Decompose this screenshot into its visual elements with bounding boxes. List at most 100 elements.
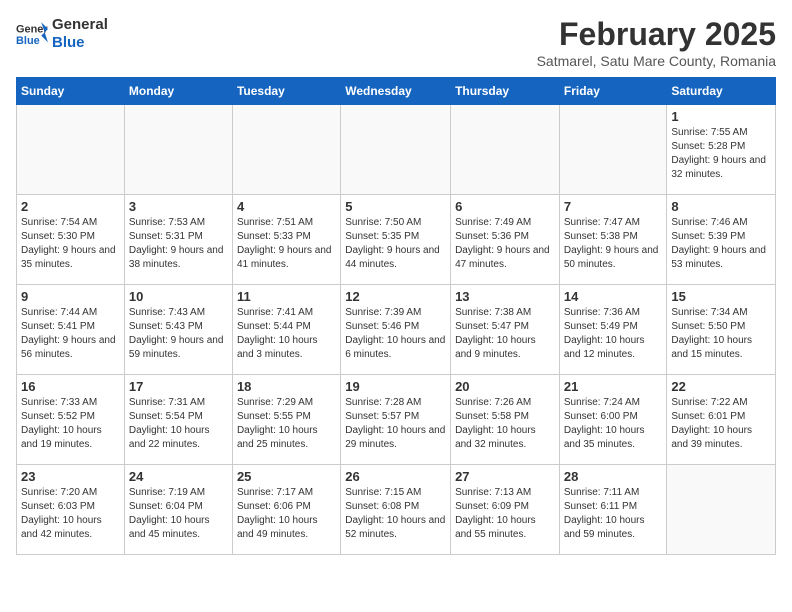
svg-text:Blue: Blue (16, 35, 40, 47)
calendar-cell: 4 Sunrise: 7:51 AM Sunset: 5:33 PM Daylig… (232, 195, 340, 285)
day-number: 26 (345, 469, 446, 484)
day-number: 19 (345, 379, 446, 394)
day-info: Sunrise: 7:38 AM Sunset: 5:47 PM Dayligh… (455, 306, 555, 362)
calendar-week-row: 2 Sunrise: 7:54 AM Sunset: 5:30 PM Daylig… (17, 195, 776, 285)
day-number: 21 (564, 379, 663, 394)
calendar-cell: 8 Sunrise: 7:46 AM Sunset: 5:39 PM Daylig… (667, 195, 776, 285)
calendar-cell: 18 Sunrise: 7:29 AM Sunset: 5:55 PM Dayli… (232, 375, 340, 465)
calendar-cell: 13 Sunrise: 7:38 AM Sunset: 5:47 PM Dayli… (451, 285, 560, 375)
calendar-cell: 9 Sunrise: 7:44 AM Sunset: 5:41 PM Daylig… (17, 285, 125, 375)
day-info: Sunrise: 7:47 AM Sunset: 5:38 PM Dayligh… (564, 216, 663, 272)
calendar-cell: 16 Sunrise: 7:33 AM Sunset: 5:52 PM Dayli… (17, 375, 125, 465)
day-info: Sunrise: 7:20 AM Sunset: 6:03 PM Dayligh… (21, 486, 120, 542)
calendar-week-row: 23 Sunrise: 7:20 AM Sunset: 6:03 PM Dayli… (17, 465, 776, 555)
day-number: 15 (671, 289, 771, 304)
calendar-cell: 14 Sunrise: 7:36 AM Sunset: 5:49 PM Dayli… (559, 285, 667, 375)
day-info: Sunrise: 7:53 AM Sunset: 5:31 PM Dayligh… (129, 216, 228, 272)
calendar-cell: 28 Sunrise: 7:11 AM Sunset: 6:11 PM Dayli… (559, 465, 667, 555)
calendar-cell: 23 Sunrise: 7:20 AM Sunset: 6:03 PM Dayli… (17, 465, 125, 555)
day-number: 20 (455, 379, 555, 394)
calendar-cell: 26 Sunrise: 7:15 AM Sunset: 6:08 PM Dayli… (341, 465, 451, 555)
day-header-saturday: Saturday (667, 78, 776, 105)
day-info: Sunrise: 7:22 AM Sunset: 6:01 PM Dayligh… (671, 396, 771, 452)
calendar-cell: 21 Sunrise: 7:24 AM Sunset: 6:00 PM Dayli… (559, 375, 667, 465)
day-number: 4 (237, 199, 336, 214)
day-info: Sunrise: 7:46 AM Sunset: 5:39 PM Dayligh… (671, 216, 771, 272)
calendar-cell: 27Sunrise: 7:13 AM Sunset: 6:09 PM Dayli… (451, 465, 560, 555)
calendar-header-row: SundayMondayTuesdayWednesdayThursdayFrid… (17, 78, 776, 105)
day-info: Sunrise: 7:15 AM Sunset: 6:08 PM Dayligh… (345, 486, 446, 542)
calendar-cell (124, 105, 232, 195)
day-info: Sunrise: 7:31 AM Sunset: 5:54 PM Dayligh… (129, 396, 228, 452)
calendar-cell: 19 Sunrise: 7:28 AM Sunset: 5:57 PM Dayli… (341, 375, 451, 465)
calendar-cell (232, 105, 340, 195)
day-info: Sunrise: 7:28 AM Sunset: 5:57 PM Dayligh… (345, 396, 446, 452)
day-info: Sunrise: 7:41 AM Sunset: 5:44 PM Dayligh… (237, 306, 336, 362)
calendar-cell: 25 Sunrise: 7:17 AM Sunset: 6:06 PM Dayli… (232, 465, 340, 555)
day-header-thursday: Thursday (451, 78, 560, 105)
day-number: 9 (21, 289, 120, 304)
calendar-cell: 22 Sunrise: 7:22 AM Sunset: 6:01 PM Dayli… (667, 375, 776, 465)
day-number: 6 (455, 199, 555, 214)
calendar-cell (17, 105, 125, 195)
day-info: Sunrise: 7:43 AM Sunset: 5:43 PM Dayligh… (129, 306, 228, 362)
day-number: 7 (564, 199, 663, 214)
calendar-subtitle: Satmarel, Satu Mare County, Romania (537, 53, 776, 69)
calendar-cell (667, 465, 776, 555)
day-number: 2 (21, 199, 120, 214)
day-info: Sunrise: 7:19 AM Sunset: 6:04 PM Dayligh… (129, 486, 228, 542)
calendar-cell: 1Sunrise: 7:55 AM Sunset: 5:28 PM Daylig… (667, 105, 776, 195)
day-info: Sunrise: 7:24 AM Sunset: 6:00 PM Dayligh… (564, 396, 663, 452)
day-number: 25 (237, 469, 336, 484)
day-number: 14 (564, 289, 663, 304)
calendar-cell: 7 Sunrise: 7:47 AM Sunset: 5:38 PM Daylig… (559, 195, 667, 285)
calendar-cell (559, 105, 667, 195)
day-info: Sunrise: 7:33 AM Sunset: 5:52 PM Dayligh… (21, 396, 120, 452)
logo: General Blue General Blue (16, 16, 108, 52)
logo-general-text: General (52, 16, 108, 34)
day-info: Sunrise: 7:17 AM Sunset: 6:06 PM Dayligh… (237, 486, 336, 542)
day-number: 24 (129, 469, 228, 484)
day-number: 16 (21, 379, 120, 394)
day-number: 22 (671, 379, 771, 394)
logo-blue-text: Blue (52, 34, 108, 52)
calendar-cell: 24 Sunrise: 7:19 AM Sunset: 6:04 PM Dayli… (124, 465, 232, 555)
calendar-cell: 6Sunrise: 7:49 AM Sunset: 5:36 PM Daylig… (451, 195, 560, 285)
day-info: Sunrise: 7:50 AM Sunset: 5:35 PM Dayligh… (345, 216, 446, 272)
calendar-cell: 20 Sunrise: 7:26 AM Sunset: 5:58 PM Dayli… (451, 375, 560, 465)
calendar-cell (341, 105, 451, 195)
calendar-table: SundayMondayTuesdayWednesdayThursdayFrid… (16, 77, 776, 555)
day-number: 11 (237, 289, 336, 304)
day-info: Sunrise: 7:29 AM Sunset: 5:55 PM Dayligh… (237, 396, 336, 452)
day-number: 3 (129, 199, 228, 214)
calendar-cell: 11 Sunrise: 7:41 AM Sunset: 5:44 PM Dayli… (232, 285, 340, 375)
day-number: 27 (455, 469, 555, 484)
day-number: 18 (237, 379, 336, 394)
day-info: Sunrise: 7:55 AM Sunset: 5:28 PM Dayligh… (671, 126, 771, 182)
calendar-cell: 17 Sunrise: 7:31 AM Sunset: 5:54 PM Dayli… (124, 375, 232, 465)
calendar-week-row: 1Sunrise: 7:55 AM Sunset: 5:28 PM Daylig… (17, 105, 776, 195)
day-number: 28 (564, 469, 663, 484)
day-number: 10 (129, 289, 228, 304)
day-number: 8 (671, 199, 771, 214)
logo-icon: General Blue (16, 20, 48, 48)
day-info: Sunrise: 7:44 AM Sunset: 5:41 PM Dayligh… (21, 306, 120, 362)
day-header-tuesday: Tuesday (232, 78, 340, 105)
day-info: Sunrise: 7:36 AM Sunset: 5:49 PM Dayligh… (564, 306, 663, 362)
calendar-cell: 15Sunrise: 7:34 AM Sunset: 5:50 PM Dayli… (667, 285, 776, 375)
calendar-title: February 2025 (537, 16, 776, 53)
day-number: 23 (21, 469, 120, 484)
calendar-cell (451, 105, 560, 195)
page-header: General Blue General Blue February 2025 … (16, 16, 776, 69)
calendar-cell: 5Sunrise: 7:50 AM Sunset: 5:35 PM Daylig… (341, 195, 451, 285)
day-number: 13 (455, 289, 555, 304)
day-number: 17 (129, 379, 228, 394)
day-header-friday: Friday (559, 78, 667, 105)
calendar-cell: 10 Sunrise: 7:43 AM Sunset: 5:43 PM Dayli… (124, 285, 232, 375)
calendar-week-row: 9 Sunrise: 7:44 AM Sunset: 5:41 PM Daylig… (17, 285, 776, 375)
day-info: Sunrise: 7:11 AM Sunset: 6:11 PM Dayligh… (564, 486, 663, 542)
calendar-title-area: February 2025 Satmarel, Satu Mare County… (537, 16, 776, 69)
day-info: Sunrise: 7:26 AM Sunset: 5:58 PM Dayligh… (455, 396, 555, 452)
day-info: Sunrise: 7:54 AM Sunset: 5:30 PM Dayligh… (21, 216, 120, 272)
day-info: Sunrise: 7:51 AM Sunset: 5:33 PM Dayligh… (237, 216, 336, 272)
